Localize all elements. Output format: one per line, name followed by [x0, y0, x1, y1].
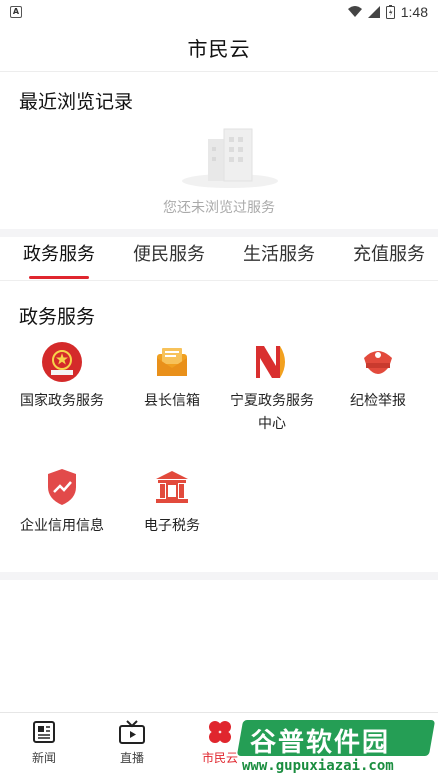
wifi-icon: [347, 6, 362, 17]
tabbar-live[interactable]: 直播: [92, 719, 172, 766]
service-enterprise-credit[interactable]: 企业信用信息: [14, 465, 110, 538]
empty-buildings-icon: [182, 128, 278, 188]
service-discipline-report[interactable]: 纪检举报: [330, 340, 426, 413]
news-icon: [33, 721, 55, 743]
tabbar-label: 市民云: [201, 751, 238, 765]
service-label: 电子税务: [144, 518, 200, 534]
shield-trend-icon: [48, 469, 76, 505]
services-section: 政务服务 国家政务服务 县长信箱 宁夏政务服务中心 纪检举报 企业信用信息 电子…: [0, 282, 438, 572]
service-label: 县长信箱: [144, 393, 200, 409]
clover-icon: [209, 721, 231, 743]
bottom-tab-bar: 新闻 直播 市民云: [0, 712, 438, 776]
services-title: 政务服务: [19, 306, 96, 328]
service-label: 宁夏政务服务中心: [230, 393, 314, 432]
tab-government-services[interactable]: 政务服务: [23, 237, 95, 280]
ningxia-logo-icon: [256, 346, 285, 378]
tabbar-label: 直播: [119, 751, 144, 765]
tab-label: 充值服务: [353, 244, 425, 265]
tabbar-citizen-cloud[interactable]: 市民云: [180, 719, 260, 766]
tab-label: 便民服务: [133, 244, 205, 265]
section-divider: [0, 572, 438, 580]
tab-label: 政务服务: [23, 244, 95, 265]
app-header: 市民云: [0, 24, 438, 72]
tab-label: 生活服务: [243, 244, 315, 265]
tax-bureau-icon: [156, 471, 188, 503]
notification-icon: A: [10, 6, 22, 18]
page-title: 市民云: [187, 37, 251, 61]
service-label: 纪检举报: [350, 393, 406, 409]
service-county-mailbox[interactable]: 县长信箱: [124, 340, 220, 413]
recent-title: 最近浏览记录: [19, 91, 134, 113]
mailbox-icon: [157, 348, 187, 376]
service-ningxia-gov-center[interactable]: 宁夏政务服务中心: [224, 340, 320, 436]
status-bar: A 1:48: [0, 0, 438, 24]
police-cap-icon: [364, 351, 392, 374]
tv-icon: [119, 720, 145, 744]
signal-icon: [367, 6, 380, 18]
tab-recharge-services[interactable]: 充值服务: [353, 237, 425, 280]
service-e-tax[interactable]: 电子税务: [124, 465, 220, 538]
tabbar-news[interactable]: 新闻: [4, 719, 84, 766]
status-icons: 1:48: [347, 4, 428, 20]
service-label: 国家政务服务: [20, 393, 104, 409]
active-tab-indicator: [29, 276, 89, 279]
national-emblem-icon: [42, 342, 82, 382]
tab-convenience-services[interactable]: 便民服务: [133, 237, 205, 280]
service-tabs: 政务服务 便民服务 生活服务 充值服务: [0, 237, 438, 281]
section-divider: [0, 229, 438, 237]
battery-icon: [385, 5, 395, 19]
tab-life-services[interactable]: 生活服务: [243, 237, 315, 280]
empty-state-text: 您还未浏览过服务: [163, 200, 275, 216]
tabbar-label: 新闻: [31, 751, 56, 765]
clock: 1:48: [400, 4, 428, 20]
service-national-gov[interactable]: 国家政务服务: [14, 340, 110, 413]
service-label: 企业信用信息: [20, 518, 104, 534]
recent-section: 最近浏览记录 您还未浏览过服务: [0, 73, 438, 229]
